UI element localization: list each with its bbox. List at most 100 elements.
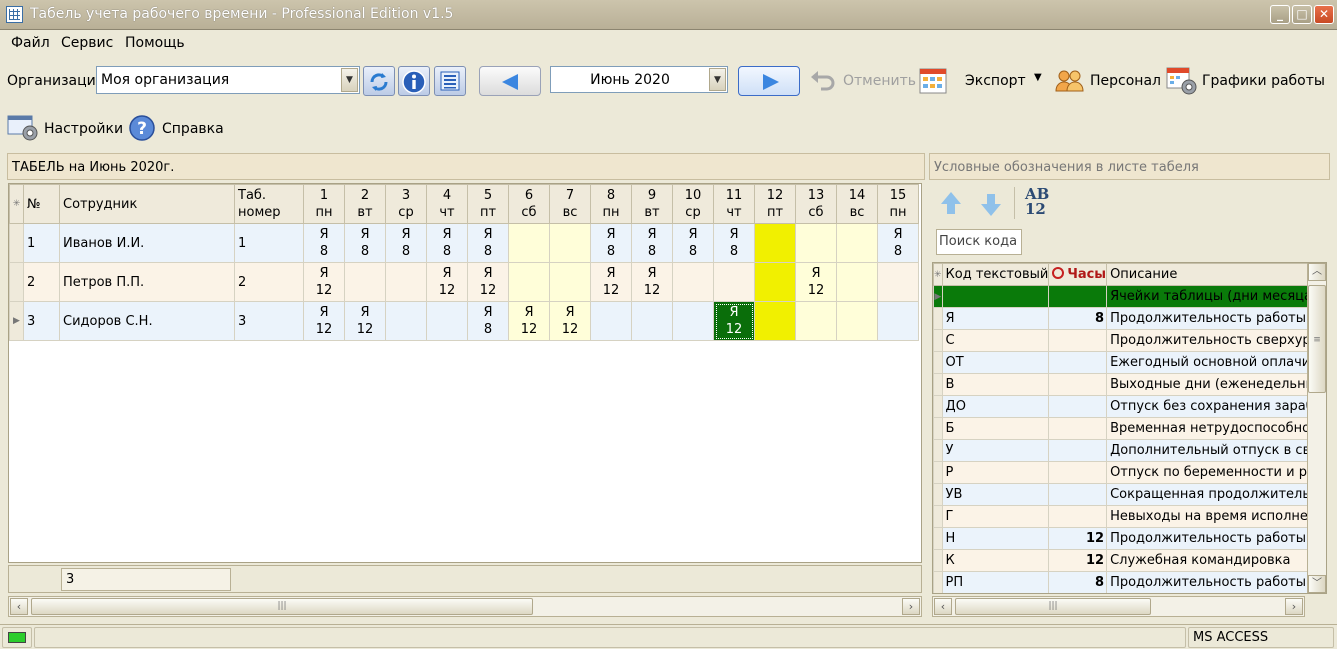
- day-cell[interactable]: Я 12: [631, 262, 673, 302]
- row-selector[interactable]: [933, 527, 943, 550]
- day-cell[interactable]: Я8: [713, 223, 755, 263]
- calendar-grid-icon[interactable]: [919, 68, 947, 98]
- row-selector[interactable]: [933, 417, 943, 440]
- col-day[interactable]: 3 ср: [385, 184, 427, 224]
- legend-desc[interactable]: Сокращенная продолжительность рабочего в…: [1106, 483, 1326, 506]
- day-cell[interactable]: [754, 301, 796, 341]
- legend-code[interactable]: У: [941, 439, 1050, 462]
- legend-hours[interactable]: [1048, 373, 1108, 396]
- row-selector[interactable]: [9, 223, 24, 263]
- row-selector-header[interactable]: ✳: [9, 184, 24, 224]
- col-day[interactable]: 7 вс: [549, 184, 591, 224]
- settings-button[interactable]: Настройки: [44, 121, 123, 137]
- legend-code[interactable]: ОТ: [941, 351, 1050, 374]
- day-cell[interactable]: Я8: [467, 223, 509, 263]
- legend-code[interactable]: С: [941, 329, 1050, 352]
- legend-hours[interactable]: [1048, 351, 1108, 374]
- day-cell[interactable]: [344, 262, 386, 302]
- list-item[interactable]: ▶ Ячейки таблицы (дни месяца): [933, 285, 1326, 308]
- day-cell[interactable]: [672, 262, 714, 302]
- list-item[interactable]: РП 8 Продолжительность работы: [933, 571, 1326, 593]
- col-tab-number[interactable]: Таб. номер: [234, 184, 304, 224]
- day-cell[interactable]: [795, 301, 837, 341]
- row-selector[interactable]: [9, 262, 24, 302]
- day-cell[interactable]: [672, 301, 714, 341]
- row-selector[interactable]: [933, 307, 943, 330]
- row-selector[interactable]: [933, 395, 943, 418]
- list-item[interactable]: У Дополнительный отпуск в связи с обучени…: [933, 439, 1326, 462]
- day-cell[interactable]: Я8: [877, 223, 919, 263]
- menu-file[interactable]: Файл: [11, 35, 50, 51]
- day-cell[interactable]: [508, 223, 550, 263]
- org-select[interactable]: Моя организация ▼: [96, 66, 360, 94]
- sort-ab-icon[interactable]: AB 12: [1025, 187, 1049, 217]
- row-selector[interactable]: [933, 505, 943, 528]
- scroll-thumb[interactable]: ≡: [1308, 285, 1326, 393]
- list-item[interactable]: К 12 Служебная командировка: [933, 549, 1326, 572]
- col-day[interactable]: 6 сб: [508, 184, 550, 224]
- day-cell[interactable]: [385, 262, 427, 302]
- legend-desc[interactable]: Ячейки таблицы (дни месяца): [1106, 285, 1326, 308]
- personnel-button[interactable]: Персонал: [1090, 73, 1161, 89]
- legend-hours[interactable]: 8: [1048, 571, 1108, 593]
- legend-code[interactable]: УВ: [941, 483, 1050, 506]
- refresh-button[interactable]: [363, 66, 395, 96]
- col-day[interactable]: 15 пн: [877, 184, 919, 224]
- day-cell[interactable]: [426, 301, 468, 341]
- row-selector[interactable]: [933, 571, 943, 593]
- next-month-button[interactable]: [738, 66, 800, 96]
- day-cell[interactable]: [795, 223, 837, 263]
- day-cell[interactable]: Я 12: [303, 301, 345, 341]
- legend-desc[interactable]: Ежегодный основной оплачиваемый отпуск: [1106, 351, 1326, 374]
- cell-num[interactable]: 2: [23, 262, 60, 302]
- cell-employee[interactable]: Сидоров С.Н.: [59, 301, 235, 341]
- day-cell[interactable]: Я8: [467, 301, 509, 341]
- legend-hscroll[interactable]: ‹ ||| ›: [932, 596, 1305, 617]
- help-button[interactable]: Справка: [162, 121, 224, 137]
- cell-employee[interactable]: Петров П.П.: [59, 262, 235, 302]
- row-selector[interactable]: [933, 549, 943, 572]
- row-selector[interactable]: [933, 461, 943, 484]
- legend-hours[interactable]: [1048, 483, 1108, 506]
- legend-desc[interactable]: Отпуск по беременности и родам: [1106, 461, 1326, 484]
- row-selector[interactable]: [933, 373, 943, 396]
- legend-hours[interactable]: [1048, 395, 1108, 418]
- code-search-input[interactable]: Поиск кода: [936, 229, 1022, 255]
- scroll-left-icon[interactable]: ‹: [10, 598, 28, 615]
- info-button[interactable]: [398, 66, 430, 96]
- prev-month-button[interactable]: [479, 66, 541, 96]
- timesheet-grid[interactable]: ✳ № Сотрудник Таб. номер 1 пн 2 вт 3 ср 4 чт …: [8, 183, 922, 563]
- cell-num[interactable]: 3: [23, 301, 60, 341]
- row-selector[interactable]: ▶: [9, 301, 24, 341]
- legend-code[interactable]: В: [941, 373, 1050, 396]
- scroll-thumb[interactable]: |||: [955, 598, 1151, 615]
- legend-hours[interactable]: [1048, 461, 1108, 484]
- col-code[interactable]: Код текстовый: [941, 263, 1050, 286]
- scroll-right-icon[interactable]: ›: [1285, 598, 1303, 615]
- legend-desc[interactable]: Продолжительность сверхурочной работы: [1106, 329, 1326, 352]
- col-day[interactable]: 10 ср: [672, 184, 714, 224]
- list-item[interactable]: Р Отпуск по беременности и родам: [933, 461, 1326, 484]
- day-cell[interactable]: [836, 223, 878, 263]
- legend-code[interactable]: Я: [941, 307, 1050, 330]
- legend-desc[interactable]: Временная нетрудоспособность: [1106, 417, 1326, 440]
- cell-employee[interactable]: Иванов И.И.: [59, 223, 235, 263]
- col-num[interactable]: №: [23, 184, 60, 224]
- scroll-left-icon[interactable]: ‹: [934, 598, 952, 615]
- legend-hours[interactable]: 12: [1048, 527, 1108, 550]
- move-up-icon[interactable]: [941, 192, 961, 214]
- day-cell[interactable]: [631, 301, 673, 341]
- day-cell[interactable]: [590, 301, 632, 341]
- day-cell[interactable]: Я8: [426, 223, 468, 263]
- list-item[interactable]: С Продолжительность сверхурочной работы: [933, 329, 1326, 352]
- list-item[interactable]: В Выходные дни (еженедельный отпуск): [933, 373, 1326, 396]
- cell-tab-number[interactable]: 3: [234, 301, 304, 341]
- table-row[interactable]: ▶ 3 Сидоров С.Н. 3 Я 12 Я 12 Я 8 Я 12 Я 12 Я 12: [9, 301, 919, 341]
- row-selector[interactable]: [933, 351, 943, 374]
- legend-hours[interactable]: [1048, 329, 1108, 352]
- col-employee[interactable]: Сотрудник: [59, 184, 235, 224]
- col-day[interactable]: 14 вс: [836, 184, 878, 224]
- day-cell[interactable]: Я 12: [426, 262, 468, 302]
- legend-hours[interactable]: 8: [1048, 307, 1108, 330]
- day-cell[interactable]: Я8: [344, 223, 386, 263]
